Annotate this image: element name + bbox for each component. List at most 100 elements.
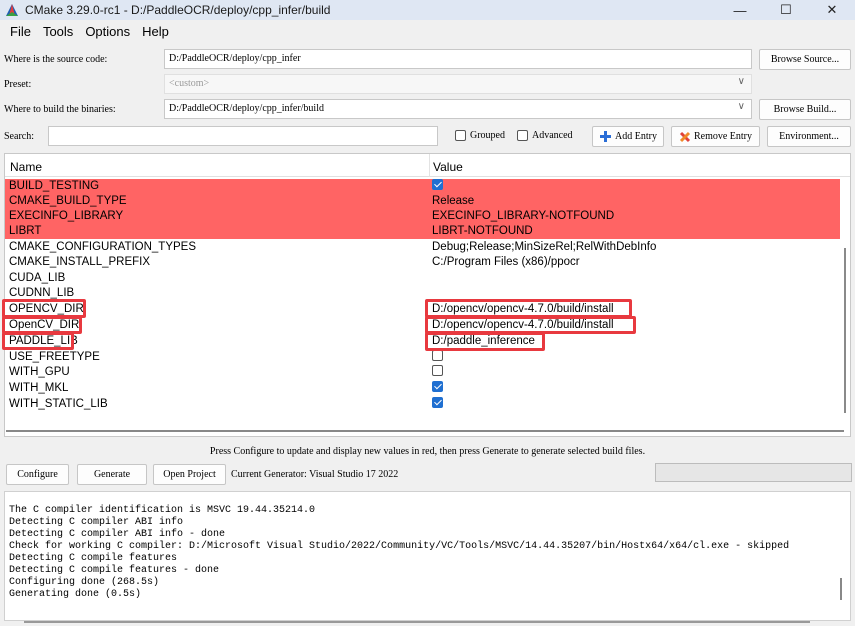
build-row: Where to build the binaries: D:/PaddleOC… bbox=[0, 99, 855, 121]
add-entry-label: Add Entry bbox=[615, 131, 657, 142]
row-value-checkbox[interactable] bbox=[432, 365, 443, 377]
grouped-check-box[interactable] bbox=[455, 130, 466, 141]
log-line: Detecting C compiler ABI info bbox=[9, 517, 184, 528]
column-divider bbox=[429, 154, 430, 177]
table-row[interactable]: CMAKE_BUILD_TYPE Release bbox=[5, 194, 840, 209]
menu-bar: File Tools Options Help bbox=[0, 21, 175, 41]
build-path-combo[interactable]: D:/PaddleOCR/deploy/cpp_infer/build ∨ bbox=[164, 99, 752, 119]
scrollbar-thumb[interactable] bbox=[844, 248, 846, 413]
row-value[interactable]: LIBRT-NOTFOUND bbox=[432, 225, 533, 237]
advanced-check-box[interactable] bbox=[517, 130, 528, 141]
row-value[interactable]: Debug;Release;MinSizeRel;RelWithDebInfo bbox=[432, 241, 656, 253]
advanced-label: Advanced bbox=[532, 130, 573, 141]
close-button[interactable]: ✕ bbox=[809, 0, 855, 20]
search-input[interactable] bbox=[48, 126, 438, 146]
chevron-down-icon: ∨ bbox=[737, 76, 745, 87]
table-header: Name Value bbox=[5, 154, 850, 177]
table-row[interactable]: EXECINFO_LIBRARY EXECINFO_LIBRARY-NOTFOU… bbox=[5, 209, 840, 224]
add-entry-button[interactable]: Add Entry bbox=[592, 126, 664, 147]
row-value[interactable]: Release bbox=[432, 195, 474, 207]
search-label: Search: bbox=[4, 131, 34, 142]
log-line: Detecting C compile features bbox=[9, 553, 178, 564]
highlight-paddle-lib-value bbox=[425, 332, 545, 351]
add-entry-icon bbox=[599, 130, 612, 143]
table-row[interactable]: CUDA_LIB bbox=[5, 271, 840, 286]
row-value-checkbox[interactable] bbox=[432, 397, 443, 409]
row-name: USE_FREETYPE bbox=[9, 351, 100, 363]
row-name: BUILD_TESTING bbox=[9, 180, 100, 192]
current-generator: Current Generator: Visual Studio 17 2022 bbox=[231, 469, 399, 480]
table-row[interactable]: PADDLE_LIB D:/paddle_inference bbox=[5, 334, 840, 349]
preset-value: <custom> bbox=[169, 78, 210, 89]
row-name: WITH_STATIC_LIB bbox=[9, 398, 108, 410]
environment-button[interactable]: Environment... bbox=[767, 126, 851, 147]
preset-row: Preset: <custom> ∨ bbox=[0, 74, 855, 96]
remove-entry-button[interactable]: Remove Entry bbox=[671, 126, 760, 147]
log-horizontal-scrollbar[interactable] bbox=[24, 621, 810, 623]
row-value[interactable]: C:/Program Files (x86)/ppocr bbox=[432, 256, 580, 268]
checked-box-icon[interactable] bbox=[432, 381, 443, 393]
table-row[interactable]: WITH_STATIC_LIB bbox=[5, 397, 840, 412]
configure-button[interactable]: Configure bbox=[6, 464, 69, 485]
unchecked-box-icon[interactable] bbox=[432, 365, 443, 377]
chevron-down-icon: ∨ bbox=[737, 101, 745, 112]
row-value-checkbox[interactable] bbox=[432, 350, 443, 362]
generate-button[interactable]: Generate bbox=[77, 464, 147, 485]
minimize-button[interactable]: — bbox=[717, 0, 763, 20]
row-value-checkbox[interactable] bbox=[432, 381, 443, 393]
table-vertical-scrollbar[interactable] bbox=[841, 178, 849, 433]
log-scrollbar-thumb[interactable] bbox=[840, 578, 842, 600]
checked-box-icon[interactable] bbox=[432, 179, 443, 191]
row-name: LIBRT bbox=[9, 225, 42, 237]
menu-options[interactable]: Options bbox=[79, 24, 136, 39]
cmake-app-icon bbox=[5, 3, 19, 17]
log-line: Detecting C compile features - done bbox=[9, 565, 220, 576]
table-row[interactable]: OpenCV_DIR D:/opencv/opencv-4.7.0/build/… bbox=[5, 318, 840, 333]
value-column-header[interactable]: Value bbox=[433, 160, 463, 174]
grouped-checkbox[interactable]: Grouped bbox=[455, 130, 505, 141]
log-line: Check for working C compiler: D:/Microso… bbox=[9, 541, 790, 552]
table-row[interactable]: BUILD_TESTING bbox=[5, 179, 840, 194]
grouped-label: Grouped bbox=[470, 130, 505, 141]
window-title: CMake 3.29.0-rc1 - D:/PaddleOCR/deploy/c… bbox=[25, 3, 331, 17]
menu-tools[interactable]: Tools bbox=[37, 24, 79, 39]
log-line: Detecting C compiler ABI info - done bbox=[9, 529, 226, 540]
browse-build-button[interactable]: Browse Build... bbox=[759, 99, 851, 120]
log-line: Configuring done (268.5s) bbox=[9, 577, 160, 588]
table-row[interactable]: CMAKE_INSTALL_PREFIX C:/Program Files (x… bbox=[5, 255, 840, 270]
output-log[interactable]: The C compiler identification is MSVC 19… bbox=[4, 491, 851, 621]
cache-table: Name Value BUILD_TESTING CMAKE_BUILD_TYP… bbox=[4, 153, 851, 437]
build-label: Where to build the binaries: bbox=[4, 104, 116, 115]
preset-label: Preset: bbox=[4, 79, 32, 90]
table-row[interactable]: USE_FREETYPE bbox=[5, 350, 840, 365]
title-bar: CMake 3.29.0-rc1 - D:/PaddleOCR/deploy/c… bbox=[0, 0, 855, 20]
row-name: WITH_GPU bbox=[9, 366, 70, 378]
advanced-checkbox[interactable]: Advanced bbox=[517, 130, 573, 141]
maximize-button[interactable]: ☐ bbox=[763, 0, 809, 20]
checked-box-icon[interactable] bbox=[432, 397, 443, 409]
menu-help[interactable]: Help bbox=[136, 24, 175, 39]
preset-select[interactable]: <custom> ∨ bbox=[164, 74, 752, 94]
source-row: Where is the source code: D:/PaddleOCR/d… bbox=[0, 49, 855, 71]
build-path-value: D:/PaddleOCR/deploy/cpp_infer/build bbox=[169, 103, 324, 114]
source-path-input[interactable]: D:/PaddleOCR/deploy/cpp_infer bbox=[164, 49, 752, 69]
row-name: WITH_MKL bbox=[9, 382, 69, 394]
table-row[interactable]: WITH_GPU bbox=[5, 365, 840, 380]
table-row[interactable]: CMAKE_CONFIGURATION_TYPES Debug;Release;… bbox=[5, 240, 840, 255]
table-row[interactable]: OPENCV_DIR D:/opencv/opencv-4.7.0/build/… bbox=[5, 302, 840, 317]
table-row[interactable]: WITH_MKL bbox=[5, 381, 840, 396]
table-row[interactable]: LIBRT LIBRT-NOTFOUND bbox=[5, 224, 840, 239]
row-name: CUDNN_LIB bbox=[9, 287, 75, 299]
menu-file[interactable]: File bbox=[4, 24, 37, 39]
name-column-header[interactable]: Name bbox=[10, 160, 42, 174]
open-project-button[interactable]: Open Project bbox=[153, 464, 226, 485]
row-value-checkbox[interactable] bbox=[432, 179, 443, 191]
unchecked-box-icon[interactable] bbox=[432, 350, 443, 362]
progress-bar bbox=[655, 463, 852, 482]
table-horizontal-scrollbar[interactable] bbox=[6, 430, 844, 432]
table-row[interactable]: CUDNN_LIB bbox=[5, 286, 840, 301]
search-row: Search: Grouped Advanced Add Entry Remov… bbox=[0, 126, 855, 148]
browse-source-button[interactable]: Browse Source... bbox=[759, 49, 851, 70]
row-value[interactable]: EXECINFO_LIBRARY-NOTFOUND bbox=[432, 210, 614, 222]
row-name: CMAKE_INSTALL_PREFIX bbox=[9, 256, 151, 268]
